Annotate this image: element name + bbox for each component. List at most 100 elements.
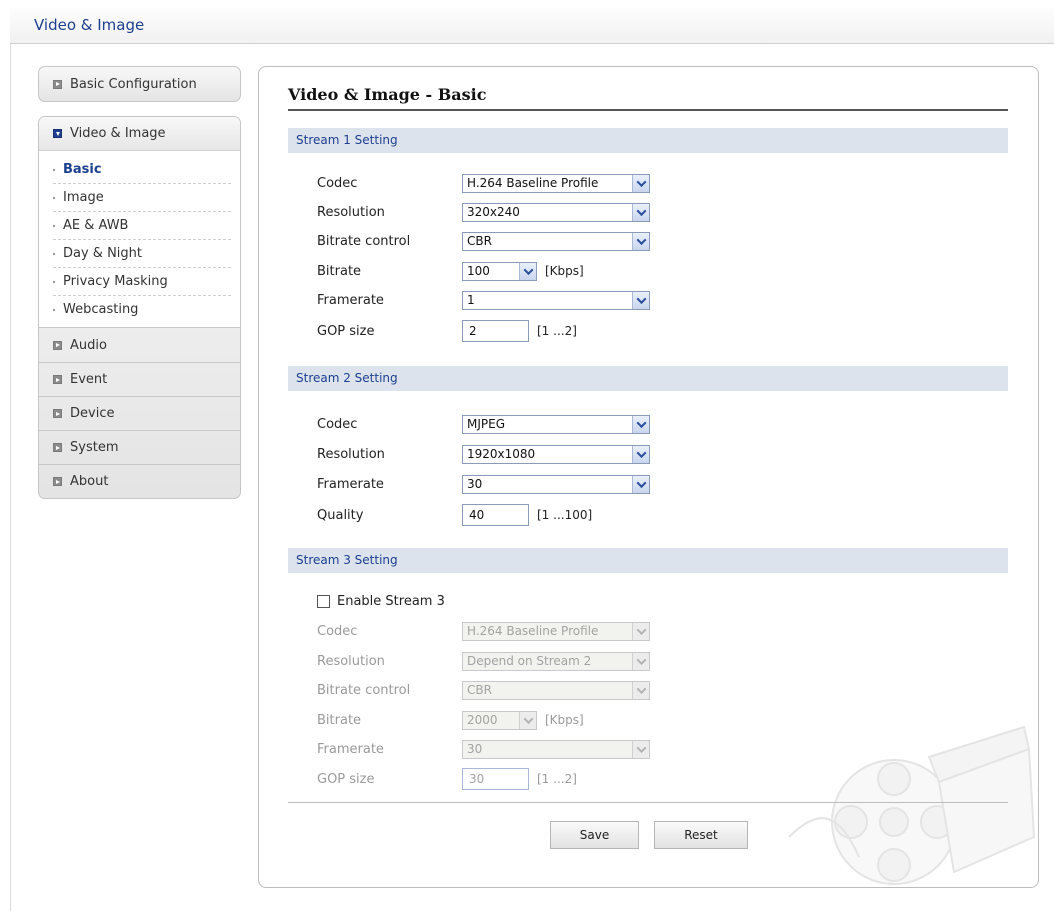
sidebar-item-label: System: [70, 440, 119, 455]
stream2-resolution-select[interactable]: 1920x1080: [462, 444, 650, 464]
stream2-codec-select[interactable]: MJPEG: [462, 414, 650, 434]
stream1-codec-row: Codec H.264 Baseline Profile: [317, 172, 650, 194]
stream3-framerate-select: 30: [462, 739, 650, 759]
sidebar-item-system[interactable]: System: [39, 430, 240, 464]
chevron-down-icon: [632, 475, 649, 493]
stream1-gop-row: GOP size 2 [1 ...2]: [317, 320, 577, 342]
chevron-down-icon: [632, 415, 649, 433]
expand-closed-icon: [53, 79, 62, 89]
bottom-divider: [288, 802, 1008, 803]
stream1-resolution-value: 320x240: [467, 205, 520, 219]
enable-stream3-checkbox[interactable]: Enable Stream 3: [317, 594, 445, 609]
expand-closed-icon: [53, 443, 62, 452]
chevron-down-icon: [632, 445, 649, 463]
stream1-framerate-select[interactable]: 1: [462, 290, 650, 310]
stream3-bitrate-control-row: Bitrate control CBR: [317, 679, 650, 701]
stream2-resolution-value: 1920x1080: [467, 447, 536, 461]
sidebar: Basic Configuration Video & Image Basic …: [38, 66, 241, 499]
checkbox-box[interactable]: [317, 595, 330, 608]
stream3-bitrate-row: Bitrate 2000 [Kbps]: [317, 709, 584, 731]
film-reel-watermark-icon: [788, 725, 1036, 885]
subnav-item-day-night[interactable]: Day & Night: [53, 240, 231, 268]
chevron-down-icon: [632, 203, 649, 221]
sidebar-subnav: Basic Image AE & AWB Day & Night Privacy…: [39, 151, 240, 327]
stream1-codec-value: H.264 Baseline Profile: [467, 176, 599, 190]
stream3-gop-input: 30: [462, 768, 529, 790]
stream2-quality-label: Quality: [317, 507, 364, 523]
window-title: Video & Image: [34, 16, 145, 34]
sidebar-item-audio[interactable]: Audio: [39, 328, 240, 362]
stream2-framerate-row: Framerate 30: [317, 473, 650, 495]
stream1-codec-label: Codec: [317, 175, 358, 191]
main-panel: Video & Image - Basic Stream 1 Setting C…: [258, 66, 1039, 888]
stream2-quality-row: Quality 40 [1 ...100]: [317, 504, 592, 526]
sidebar-item-video-image[interactable]: Video & Image: [39, 117, 240, 151]
stream1-bitrate-control-label: Bitrate control: [317, 233, 411, 249]
stream3-bitrate-unit: [Kbps]: [545, 713, 584, 727]
stream3-resolution-row: Resolution Depend on Stream 2: [317, 650, 650, 672]
sidebar-item-label: Video & Image: [70, 126, 166, 141]
sidebar-item-event[interactable]: Event: [39, 362, 240, 396]
sidebar-rest: Audio Event Device System About: [39, 327, 240, 498]
stream1-bitrate-label: Bitrate: [317, 263, 362, 279]
chevron-down-icon: [632, 740, 649, 758]
stream1-gop-range: [1 ...2]: [537, 324, 577, 338]
chevron-down-icon: [632, 291, 649, 309]
stream1-bitrate-control-value: CBR: [467, 234, 492, 248]
stream3-codec-value: H.264 Baseline Profile: [467, 624, 599, 638]
sidebar-item-device[interactable]: Device: [39, 396, 240, 430]
sidebar-item-label: Event: [70, 372, 108, 387]
stream3-resolution-select: Depend on Stream 2: [462, 651, 650, 671]
stream3-gop-row: GOP size 30 [1 ...2]: [317, 768, 577, 790]
stream1-heading: Stream 1 Setting: [288, 128, 1008, 153]
expand-closed-icon: [53, 477, 62, 486]
chevron-down-icon: [632, 652, 649, 670]
chevron-down-icon: [632, 622, 649, 640]
subnav-item-privacy-masking[interactable]: Privacy Masking: [53, 268, 231, 296]
title-divider: [288, 109, 1008, 111]
stream2-framerate-label: Framerate: [317, 476, 384, 492]
stream2-resolution-row: Resolution 1920x1080: [317, 443, 650, 465]
stream1-codec-select[interactable]: H.264 Baseline Profile: [462, 173, 650, 193]
sidebar-item-label: Audio: [70, 337, 107, 353]
stream1-gop-label: GOP size: [317, 323, 375, 339]
stream1-resolution-select[interactable]: 320x240: [462, 202, 650, 222]
stream1-bitrate-select[interactable]: 100: [462, 261, 537, 281]
stream2-codec-row: Codec MJPEG: [317, 413, 650, 435]
stream3-bitrate-control-value: CBR: [467, 683, 492, 697]
sidebar-item-about[interactable]: About: [39, 464, 240, 498]
stream3-bitrate-control-label: Bitrate control: [317, 682, 411, 698]
stream1-bitrate-value: 100: [467, 264, 490, 278]
stream2-quality-range: [1 ...100]: [537, 508, 593, 522]
chevron-down-icon: [632, 232, 649, 250]
stream2-framerate-value: 30: [467, 477, 483, 491]
top-bar: Video & Image: [10, 8, 1054, 44]
stream2-resolution-label: Resolution: [317, 446, 385, 462]
stream2-quality-input[interactable]: 40: [462, 504, 529, 526]
save-button[interactable]: Save: [550, 821, 639, 849]
page-title: Video & Image - Basic: [288, 85, 487, 104]
expand-closed-icon: [53, 375, 62, 384]
stream1-framerate-label: Framerate: [317, 292, 384, 308]
stream2-framerate-select[interactable]: 30: [462, 474, 650, 494]
sidebar-item-basic-configuration[interactable]: Basic Configuration: [38, 66, 241, 102]
stream3-resolution-label: Resolution: [317, 653, 385, 669]
subnav-item-ae-awb[interactable]: AE & AWB: [53, 212, 231, 240]
subnav-item-image[interactable]: Image: [53, 184, 231, 212]
stream1-gop-input[interactable]: 2: [462, 320, 529, 342]
stream3-framerate-value: 30: [467, 742, 483, 756]
stream1-bitrate-row: Bitrate 100 [Kbps]: [317, 260, 584, 282]
stream2-codec-label: Codec: [317, 416, 358, 432]
stream3-bitrate-control-select: CBR: [462, 680, 650, 700]
subnav-item-webcasting[interactable]: Webcasting: [53, 296, 231, 323]
stream1-resolution-label: Resolution: [317, 204, 385, 220]
stream1-bitrate-control-select[interactable]: CBR: [462, 231, 650, 251]
stream3-codec-select: H.264 Baseline Profile: [462, 621, 650, 641]
subnav-item-basic[interactable]: Basic: [53, 156, 231, 184]
stream1-bitrate-unit: [Kbps]: [545, 264, 584, 278]
reset-button[interactable]: Reset: [654, 821, 748, 849]
stream3-gop-label: GOP size: [317, 771, 375, 787]
stream2-codec-value: MJPEG: [467, 417, 506, 431]
sidebar-item-label: Basic Configuration: [70, 76, 197, 92]
sidebar-item-label: Device: [70, 406, 115, 421]
